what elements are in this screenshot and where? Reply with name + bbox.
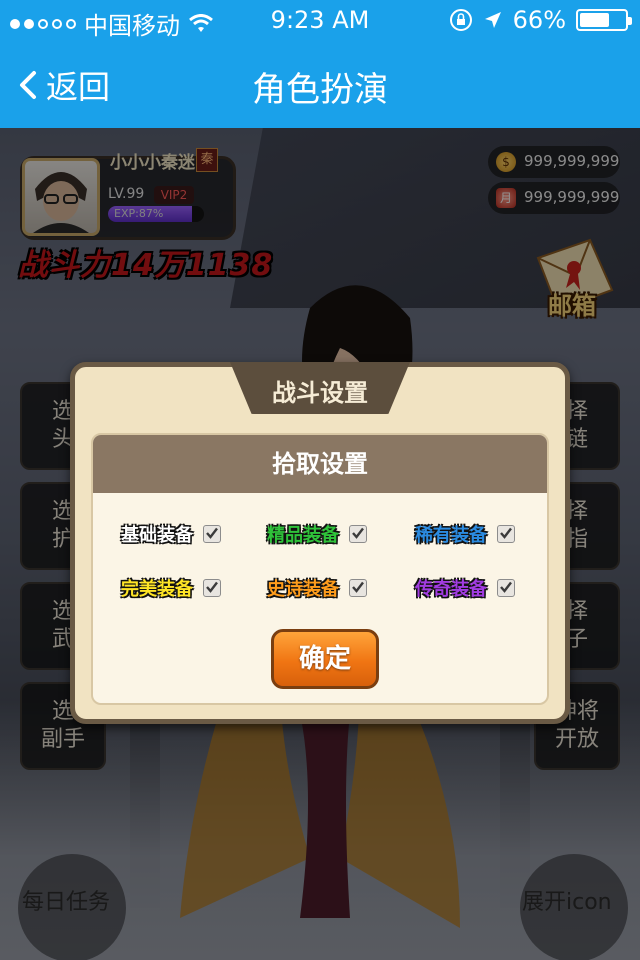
option-label: 完美装备 [121, 579, 193, 600]
battery-percent: 66% [512, 6, 566, 34]
checkmark-icon [352, 527, 364, 539]
checkbox[interactable] [349, 525, 367, 543]
checkmark-icon [500, 527, 512, 539]
option-fine-equipment[interactable]: 精品装备 [267, 521, 367, 547]
option-epic-equipment[interactable]: 史诗装备 [267, 575, 367, 601]
checkbox[interactable] [349, 579, 367, 597]
confirm-button[interactable]: 确定 [271, 629, 379, 689]
option-label: 精品装备 [267, 525, 339, 546]
checkmark-icon [500, 581, 512, 593]
battle-settings-dialog: 战斗设置 拾取设置 基础装备 精品装备 稀有装备 完美装备 史诗装备 传奇装备 … [70, 362, 570, 724]
option-label: 基础装备 [121, 525, 193, 546]
option-legendary-equipment[interactable]: 传奇装备 [415, 575, 515, 601]
battery-icon [576, 9, 632, 31]
checkbox[interactable] [497, 579, 515, 597]
dialog-title: 战斗设置 [272, 379, 368, 407]
option-perfect-equipment[interactable]: 完美装备 [121, 575, 221, 601]
option-label: 稀有装备 [415, 525, 487, 546]
status-bar: 中国移动 9:23 AM 66% [0, 0, 640, 40]
page-title: 角色扮演 [252, 70, 388, 110]
option-label: 传奇装备 [415, 579, 487, 600]
section-title: 拾取设置 [93, 435, 547, 493]
option-rare-equipment[interactable]: 稀有装备 [415, 521, 515, 547]
checkbox[interactable] [497, 525, 515, 543]
option-basic-equipment[interactable]: 基础装备 [121, 521, 221, 547]
option-label: 史诗装备 [267, 579, 339, 600]
checkmark-icon [352, 581, 364, 593]
checkmark-icon [206, 527, 218, 539]
checkbox[interactable] [203, 579, 221, 597]
status-right: 66% [449, 6, 632, 34]
checkbox[interactable] [203, 525, 221, 543]
location-icon [484, 12, 501, 28]
orientation-lock-icon [449, 9, 472, 31]
checkmark-icon [206, 581, 218, 593]
nav-bar: 返回 角色扮演 [0, 40, 640, 128]
